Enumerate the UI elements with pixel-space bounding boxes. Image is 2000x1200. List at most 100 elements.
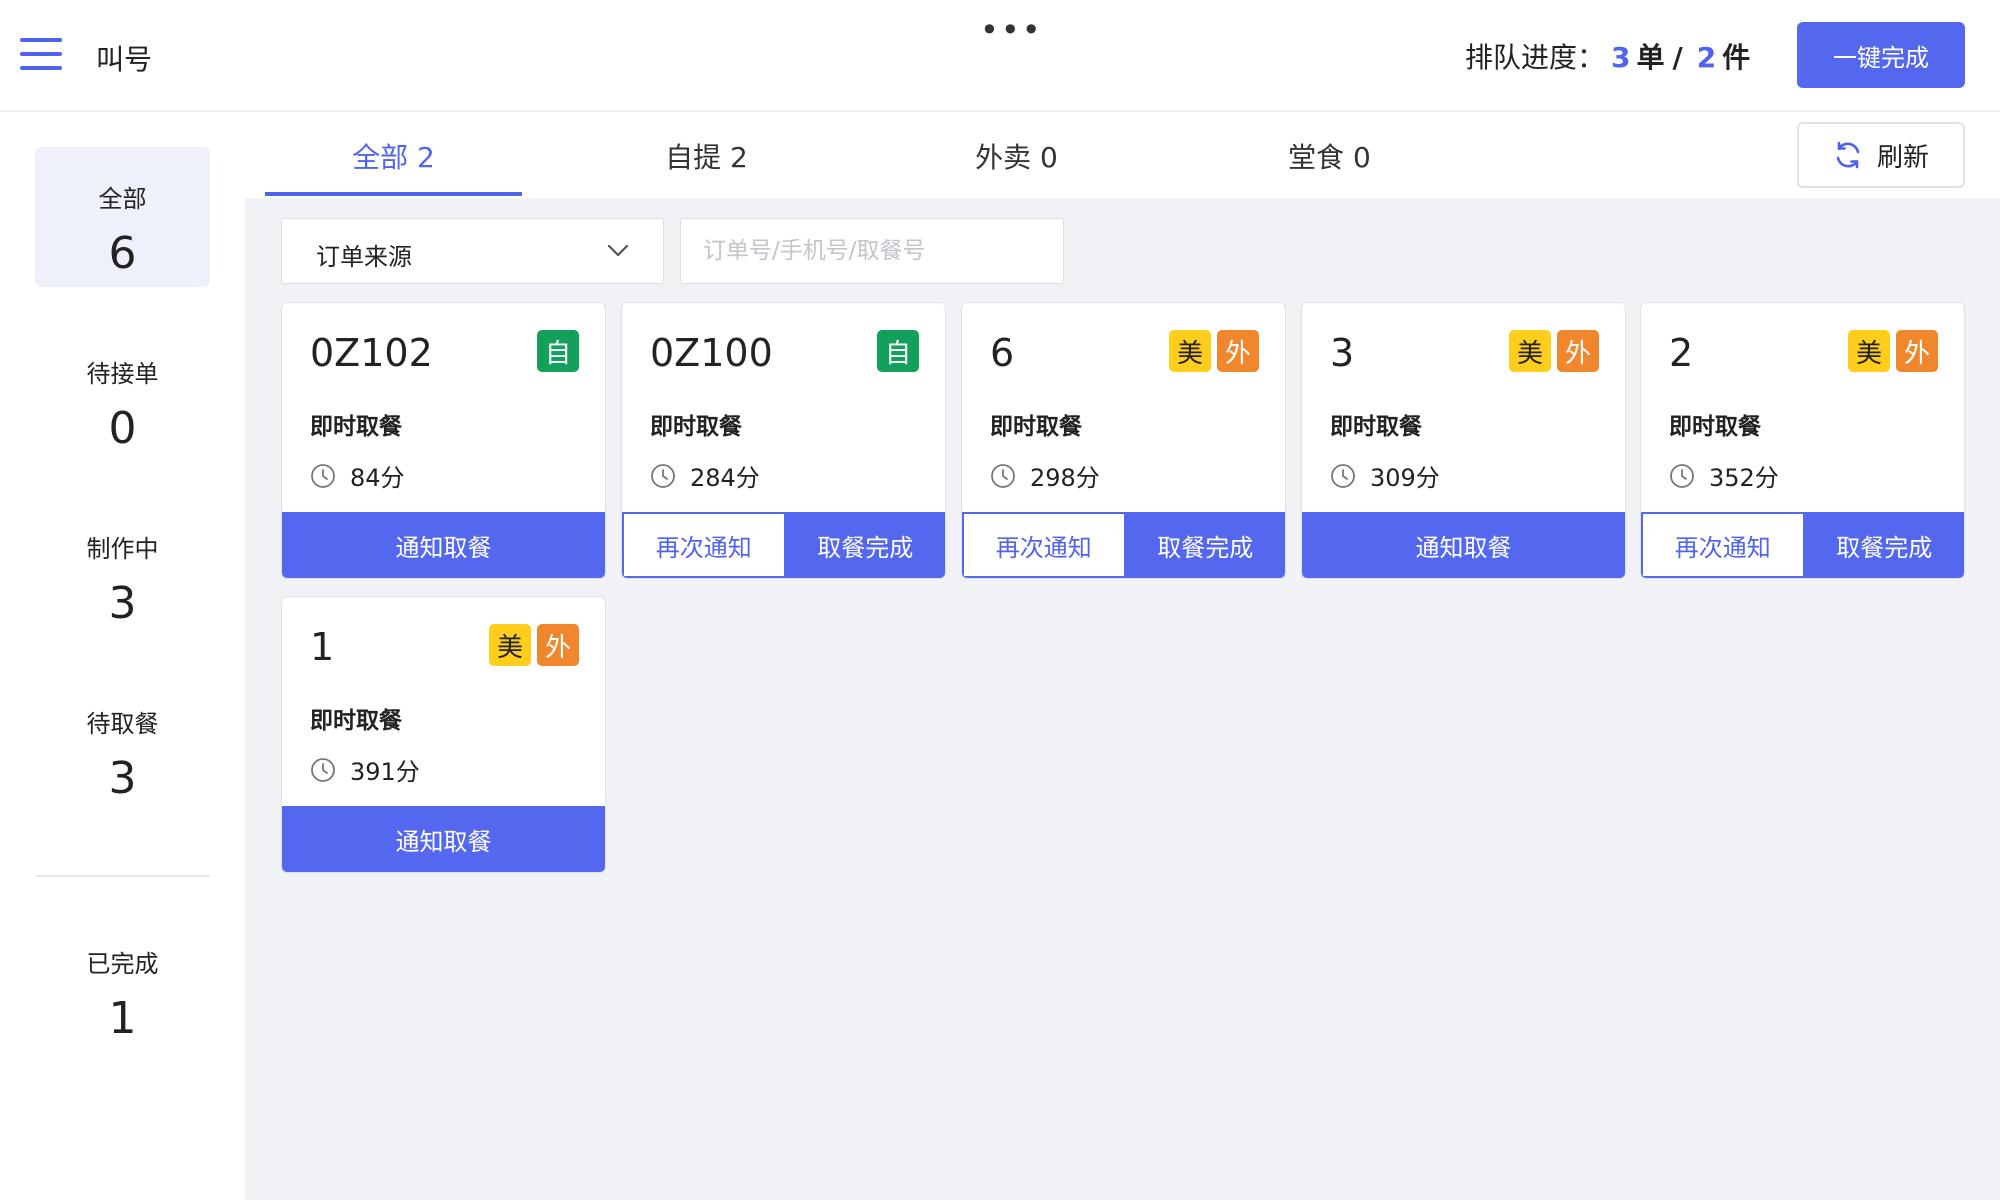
refresh-button[interactable]: 刷新 (1797, 122, 1965, 188)
card-actions: 再次通知 取餐完成 (1641, 512, 1964, 578)
sidebar-item-awaiting-pickup[interactable]: 待取餐 3 (35, 672, 210, 812)
order-type: 即时取餐 (310, 414, 402, 440)
chevron-down-icon (607, 244, 629, 257)
pickup-complete-button[interactable]: 取餐完成 (1804, 512, 1964, 578)
self-pickup-badge: 自 (537, 330, 579, 372)
sidebar-divider (35, 875, 210, 877)
order-elapsed: 84分 (310, 458, 405, 493)
renotify-button[interactable]: 再次通知 (622, 512, 786, 578)
order-source-label: 订单来源 (316, 243, 412, 271)
order-number: 3 (1330, 331, 1355, 375)
meituan-badge: 美 (1848, 330, 1890, 372)
card-actions: 再次通知 取餐完成 (622, 512, 945, 578)
order-card: 0Z100 自 即时取餐 284分 再次通知 取餐完成 (621, 302, 946, 579)
order-badges: 自 (537, 330, 579, 372)
order-card: 0Z102 自 即时取餐 84分 通知取餐 (281, 302, 606, 579)
queue-items-unit: 件 (1722, 41, 1751, 74)
queue-orders-count: 3 (1611, 41, 1631, 74)
delivery-badge: 外 (537, 624, 579, 666)
sidebar-item-count: 3 (108, 753, 137, 804)
order-elapsed: 298分 (990, 458, 1100, 493)
active-tab-indicator (265, 192, 522, 196)
sidebar-item-all[interactable]: 全部 6 (35, 147, 210, 287)
delivery-badge: 外 (1896, 330, 1938, 372)
notify-pickup-button[interactable]: 通知取餐 (282, 512, 605, 578)
pickup-complete-button[interactable]: 取餐完成 (1125, 512, 1285, 578)
sidebar-item-label: 待取餐 (86, 710, 159, 738)
clock-icon (311, 463, 335, 488)
order-badges: 美 外 (489, 624, 579, 666)
search-input[interactable] (680, 218, 1064, 284)
order-card: 6 美 外 即时取餐 298分 再次通知 取餐完成 (961, 302, 1286, 579)
order-badges: 美 外 (1509, 330, 1599, 372)
status-sidebar: 全部 6 待接单 0 制作中 3 待取餐 3 已完成 1 (0, 112, 245, 1200)
complete-all-button[interactable]: 一键完成 (1797, 22, 1965, 88)
order-type: 即时取餐 (990, 414, 1082, 440)
card-actions: 通知取餐 (282, 512, 605, 578)
delivery-badge: 外 (1557, 330, 1599, 372)
card-actions: 通知取餐 (282, 806, 605, 872)
pickup-complete-button[interactable]: 取餐完成 (785, 512, 945, 578)
renotify-button[interactable]: 再次通知 (1641, 512, 1805, 578)
order-type: 即时取餐 (1669, 414, 1761, 440)
sidebar-item-count: 6 (108, 228, 137, 279)
main-content: 全部 2 自提 2 外卖 0 堂食 0 刷新 订单来源 0Z102 自 即时取餐… (245, 112, 2000, 1200)
sidebar-item-label: 制作中 (86, 535, 159, 563)
notify-pickup-button[interactable]: 通知取餐 (1302, 512, 1625, 578)
order-type: 即时取餐 (310, 708, 402, 734)
clock-icon (1331, 463, 1355, 488)
meituan-badge: 美 (1169, 330, 1211, 372)
order-badges: 美 外 (1848, 330, 1938, 372)
tab-delivery[interactable]: 外卖 0 (888, 136, 1145, 176)
order-number: 6 (990, 331, 1015, 375)
tab-dine-in[interactable]: 堂食 0 (1201, 136, 1458, 176)
sidebar-item-in-progress[interactable]: 制作中 3 (35, 497, 210, 637)
queue-progress-label: 排队进度： (1465, 41, 1606, 74)
sidebar-item-label: 已完成 (86, 950, 159, 978)
queue-items-count: 2 (1696, 41, 1717, 74)
more-options-icon[interactable]: ••• (980, 14, 1043, 46)
order-source-select[interactable]: 订单来源 (281, 218, 664, 284)
self-pickup-badge: 自 (877, 330, 919, 372)
sidebar-item-count: 0 (108, 403, 137, 454)
renotify-button[interactable]: 再次通知 (962, 512, 1126, 578)
sidebar-item-label: 待接单 (86, 360, 159, 388)
tab-all[interactable]: 全部 2 (265, 136, 522, 176)
refresh-label: 刷新 (1876, 142, 1929, 173)
elapsed-time: 391分 (350, 758, 420, 786)
queue-separator: / (1672, 41, 1683, 74)
hamburger-menu-icon[interactable] (20, 36, 64, 72)
page-title: 叫号 (96, 43, 153, 76)
order-elapsed: 391分 (310, 752, 420, 787)
sidebar-item-completed[interactable]: 已完成 1 (35, 912, 210, 1052)
top-bar: 叫号 ••• 排队进度： 3 单/ 2 件 一键完成 (0, 0, 2000, 112)
tab-bar: 全部 2 自提 2 外卖 0 堂食 0 (245, 112, 1535, 198)
elapsed-time: 309分 (1370, 464, 1440, 492)
elapsed-time: 352分 (1709, 464, 1779, 492)
clock-icon (651, 463, 675, 488)
card-actions: 通知取餐 (1302, 512, 1625, 578)
clock-icon (311, 757, 335, 782)
tab-pickup[interactable]: 自提 2 (578, 136, 835, 176)
meituan-badge: 美 (489, 624, 531, 666)
elapsed-time: 298分 (1030, 464, 1100, 492)
order-type: 即时取餐 (650, 414, 742, 440)
card-actions: 再次通知 取餐完成 (962, 512, 1285, 578)
queue-orders-unit: 单 (1636, 41, 1665, 74)
refresh-icon (1836, 141, 1860, 169)
sidebar-item-count: 1 (108, 993, 137, 1044)
order-number: 1 (310, 625, 335, 669)
order-number: 0Z100 (650, 331, 773, 375)
notify-pickup-button[interactable]: 通知取餐 (282, 806, 605, 872)
order-badges: 自 (877, 330, 919, 372)
order-type: 即时取餐 (1330, 414, 1422, 440)
order-card: 2 美 外 即时取餐 352分 再次通知 取餐完成 (1640, 302, 1965, 579)
order-elapsed: 352分 (1669, 458, 1779, 493)
order-badges: 美 外 (1169, 330, 1259, 372)
sidebar-item-count: 3 (108, 578, 137, 629)
elapsed-time: 284分 (690, 464, 760, 492)
order-card: 1 美 外 即时取餐 391分 通知取餐 (281, 596, 606, 873)
clock-icon (1670, 463, 1694, 488)
sidebar-item-pending[interactable]: 待接单 0 (35, 322, 210, 462)
elapsed-time: 84分 (350, 464, 405, 492)
